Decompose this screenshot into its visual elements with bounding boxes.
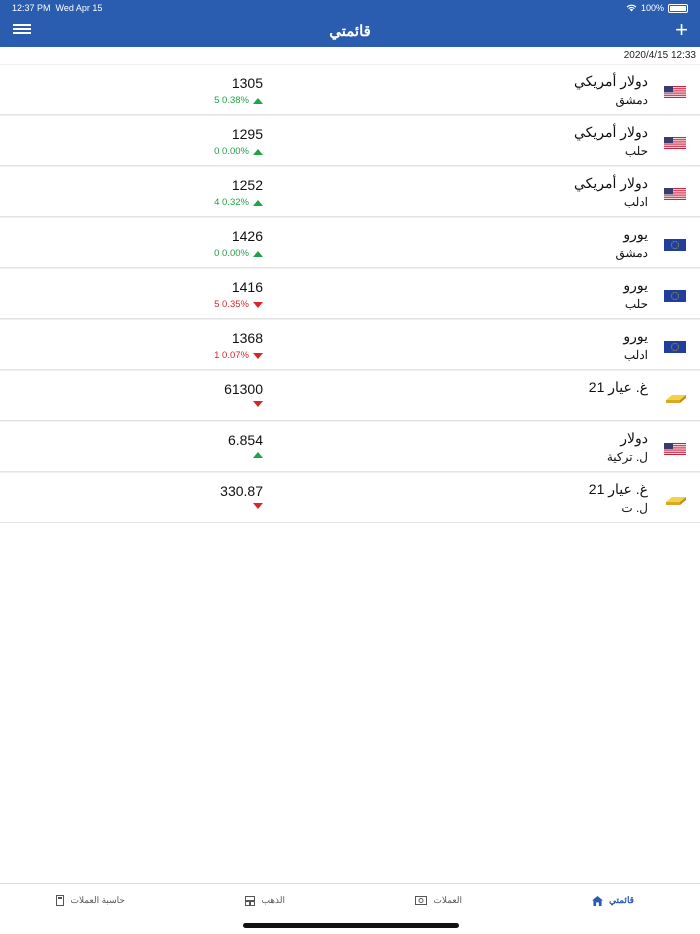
rate-change: 0 0.00% (214, 146, 263, 157)
status-bar: 12:37 PM Wed Apr 15 100% (0, 0, 700, 16)
rate-change-text: 0 0.00% (214, 248, 249, 259)
rate-location: دمشق (615, 93, 648, 107)
rate-location: ادلب (623, 195, 648, 209)
rate-row[interactable]: دولار ل. تركية 6.854 (0, 421, 700, 472)
rate-change: 5 0.35% (214, 299, 263, 310)
eu-flag-icon (664, 340, 686, 353)
rate-name: دولار أمريكي (573, 73, 648, 89)
tab-bar: قائمتي العملات الذهب حاسبة العملات (0, 883, 700, 934)
rate-location: ل. تركية (606, 450, 648, 464)
rate-row[interactable]: دولار أمريكي ادلب 1252 4 0.32% (0, 166, 700, 217)
rate-row[interactable]: دولار أمريكي حلب 1295 0 0.00% (0, 115, 700, 166)
gold-bar-icon (664, 493, 686, 505)
rate-value: 330.87 (220, 483, 263, 499)
tab-gold[interactable]: الذهب (245, 895, 285, 906)
rate-change-text: 0 0.00% (214, 146, 249, 157)
tab-calculator[interactable]: حاسبة العملات (56, 895, 125, 906)
rate-location: حلب (624, 144, 648, 158)
battery-percent: 100% (640, 3, 664, 13)
rate-row[interactable]: يورو حلب 1416 5 0.35% (0, 268, 700, 319)
home-icon (592, 895, 603, 906)
rate-change (249, 452, 263, 458)
rate-row[interactable]: غ. عيار 21 ل. ت 330.87 (0, 472, 700, 523)
rate-value: 61300 (224, 381, 263, 397)
gold-bar-icon (664, 391, 686, 403)
rate-name: يورو (623, 226, 648, 242)
rate-location: حلب (624, 297, 648, 311)
rate-change: 1 0.07% (214, 350, 263, 361)
arrow-up-icon (253, 250, 263, 257)
rate-name: دولار (620, 430, 648, 446)
status-time-date: 12:37 PM Wed Apr 15 (12, 3, 102, 13)
rate-change: 0 0.00% (214, 248, 263, 259)
rate-name: دولار أمريكي (573, 175, 648, 191)
rate-row[interactable]: دولار أمريكي دمشق 1305 5 0.38% (0, 64, 700, 115)
arrow-up-icon (253, 199, 263, 206)
rate-name: يورو (623, 328, 648, 344)
page-title: قائمتي (329, 23, 371, 40)
rate-name: غ. عيار 21 (588, 379, 648, 395)
eu-flag-icon (664, 238, 686, 251)
rate-row[interactable]: غ. عيار 21 61300 (0, 370, 700, 421)
us-flag-icon (664, 136, 686, 149)
rate-row[interactable]: يورو دمشق 1426 0 0.00% (0, 217, 700, 268)
rate-value: 6.854 (227, 432, 263, 448)
rate-value: 1305 (231, 75, 263, 91)
us-flag-icon (664, 442, 686, 455)
rates-list: دولار أمريكي دمشق 1305 5 0.38% دولار أمر… (0, 64, 700, 523)
gold-bars-icon (245, 895, 256, 906)
status-right: 100% (626, 3, 688, 13)
rate-change: 4 0.32% (214, 197, 263, 208)
home-indicator[interactable] (243, 923, 459, 928)
status-time: 12:37 PM (12, 3, 51, 13)
update-timestamp: 2020/4/15 12:33 (623, 50, 696, 61)
rate-name: يورو (623, 277, 648, 293)
rate-change-text: 5 0.38% (214, 95, 249, 106)
battery-icon (668, 3, 688, 13)
rate-name: دولار أمريكي (573, 124, 648, 140)
banknote-icon (415, 896, 428, 905)
tab-calculator-label: حاسبة العملات (70, 895, 125, 905)
arrow-down-icon (253, 301, 263, 308)
rate-change-text: 5 0.35% (214, 299, 249, 310)
rate-change (249, 503, 263, 509)
arrow-up-icon (253, 148, 263, 155)
add-icon[interactable]: + (675, 17, 688, 43)
arrow-up-icon (253, 97, 263, 104)
arrow-up-icon (253, 452, 263, 458)
rate-value: 1252 (231, 177, 263, 193)
rate-change: 5 0.38% (214, 95, 263, 106)
arrow-down-icon (253, 503, 263, 509)
rate-change-text: 4 0.32% (214, 197, 249, 208)
rate-value: 1295 (231, 126, 263, 142)
arrow-down-icon (253, 352, 263, 359)
rate-value: 1426 (231, 228, 263, 244)
us-flag-icon (664, 187, 686, 200)
tab-mylist[interactable]: قائمتي (592, 895, 634, 906)
tab-gold-label: الذهب (261, 895, 285, 905)
rate-name: غ. عيار 21 (588, 481, 648, 497)
rate-value: 1416 (231, 279, 263, 295)
us-flag-icon (664, 85, 686, 98)
rate-change (249, 401, 263, 407)
tab-currencies-label: العملات (433, 895, 462, 905)
rate-location: دمشق (615, 246, 648, 260)
tab-currencies[interactable]: العملات (415, 895, 462, 906)
rate-location: ادلب (623, 348, 648, 362)
status-date: Wed Apr 15 (55, 3, 103, 13)
wifi-icon (626, 4, 637, 12)
rate-change-text: 1 0.07% (214, 350, 249, 361)
nav-bar: قائمتي + (0, 16, 700, 47)
rate-location: ل. ت (621, 501, 648, 515)
rate-row[interactable]: يورو ادلب 1368 1 0.07% (0, 319, 700, 370)
calculator-icon (56, 895, 65, 906)
rate-value: 1368 (231, 330, 263, 346)
arrow-down-icon (253, 401, 263, 407)
eu-flag-icon (664, 289, 686, 302)
tab-mylist-label: قائمتي (609, 895, 634, 905)
